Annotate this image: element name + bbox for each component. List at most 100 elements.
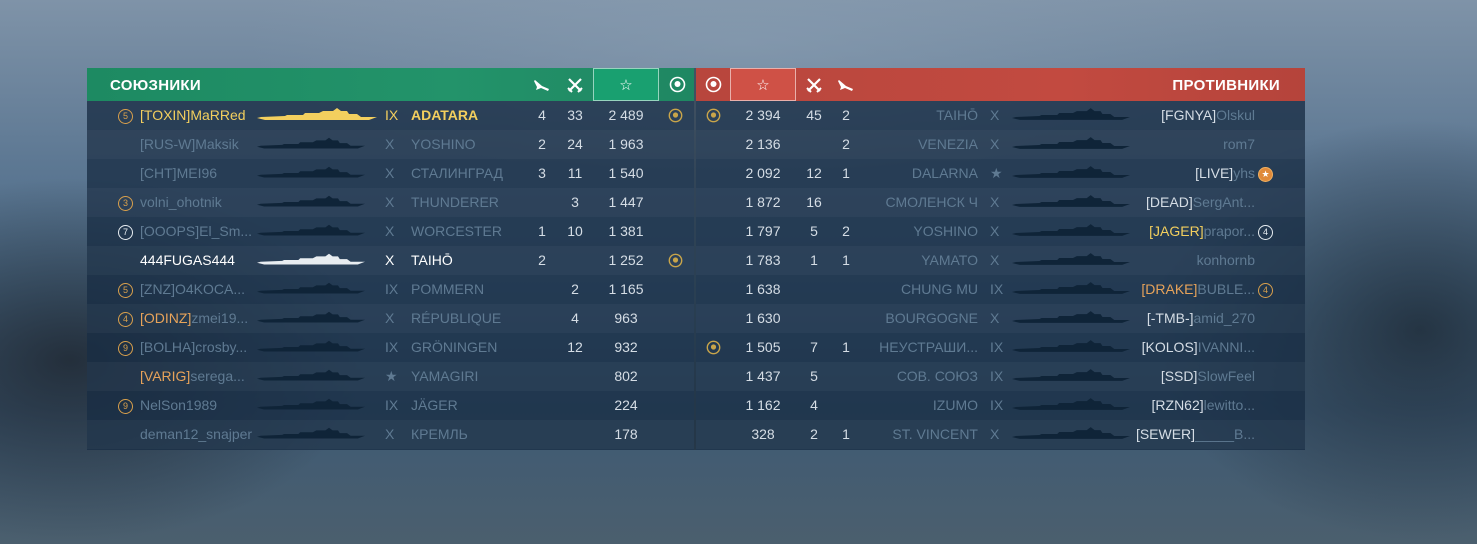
ally-row[interactable]: 5 [ZNZ]O4KOCA... IX POMMERN 2 1 165	[87, 275, 694, 304]
kills-value: 45	[806, 107, 822, 123]
ally-row[interactable]: 7 [OOOPS]El_Sm... X WORCESTER 1 10 1 381	[87, 217, 694, 246]
ally-row[interactable]: 9 [BOLHA]crosby... IX GRÖNINGEN 12 932	[87, 333, 694, 362]
ship-name: DALARNA	[911, 165, 978, 181]
ship-silhouette-icon	[1012, 282, 1130, 294]
kills-value: 7	[810, 339, 818, 355]
enemy-row[interactable]: 2 394 45 2 TAIHŌ X [FGNYA]Olskul	[696, 101, 1305, 130]
player-nickname: 444FUGAS444	[140, 252, 235, 268]
ally-row[interactable]: 5 [TOXIN]MaRRed IX ADATARA 4 33 2 489	[87, 101, 694, 130]
enemy-row[interactable]: 1 505 7 1 НЕУСТРАШИ... IX [KOLOS]IVANNI...	[696, 333, 1305, 362]
player-name[interactable]: [LIVE]yhs	[1195, 159, 1255, 188]
player-name[interactable]: [ODINZ]zmei19...	[140, 304, 248, 333]
player-name[interactable]: [KOLOS]IVANNI...	[1142, 333, 1255, 362]
ship-silhouette-icon	[1012, 166, 1130, 178]
enemy-row[interactable]: 1 872 16 СМОЛЕНСК Ч X [DEAD]SergAnt...	[696, 188, 1305, 217]
division-badge: 5	[118, 109, 133, 124]
kills-value: 12	[806, 165, 822, 181]
player-name[interactable]: konhornb	[1197, 246, 1255, 275]
enemy-row[interactable]: 2 092 12 1 DALARNA ★ [LIVE]yhs ★	[696, 159, 1305, 188]
player-name[interactable]: [VARIG]serega...	[140, 362, 245, 391]
planes-column-header[interactable]	[528, 68, 556, 101]
player-name[interactable]: [-TMB-]amid_270	[1147, 304, 1255, 333]
player-name[interactable]: [OOOPS]El_Sm...	[140, 217, 252, 246]
kills-value: 3	[571, 194, 579, 210]
enemy-row[interactable]: 1 162 4 IZUMO IX [RZN62]lewitto...	[696, 391, 1305, 420]
ship-silhouette-icon	[257, 108, 377, 120]
ally-row[interactable]: [VARIG]serega... ★ YAMAGIRI 802	[87, 362, 694, 391]
division-badge: 9	[118, 341, 133, 356]
player-name[interactable]: [BOLHA]crosby...	[140, 333, 247, 362]
clan-tag: [RZN62]	[1151, 397, 1204, 413]
player-name[interactable]: [TOXIN]MaRRed	[140, 101, 246, 130]
medal-column-header[interactable]	[700, 68, 726, 101]
ship-silhouette-icon	[257, 282, 365, 294]
clan-tag: [SEWER]	[1135, 426, 1196, 442]
player-name[interactable]: NelSon1989	[140, 391, 217, 420]
planes-column-header[interactable]	[832, 68, 860, 101]
score-value: 2 136	[745, 136, 781, 152]
ship-silhouette-icon	[1012, 398, 1130, 410]
kills-value: 2	[810, 426, 818, 442]
ship-name: BOURGOGNE	[885, 310, 978, 326]
ally-row[interactable]: [RUS-W]Maksik X YOSHINO 2 24 1 963	[87, 130, 694, 159]
player-nickname: lewitto...	[1203, 397, 1255, 413]
enemy-row[interactable]: 328 2 1 ST. VINCENT X [SEWER]_____B...	[696, 420, 1305, 449]
ally-row[interactable]: [CHT]MEI96 X СТАЛИНГРАД 3 11 1 540	[87, 159, 694, 188]
player-name[interactable]: [DRAKE]BUBLE...	[1141, 275, 1255, 304]
planes-value	[832, 391, 860, 420]
player-name[interactable]: [SSD]SlowFeel	[1161, 362, 1255, 391]
planes-value: 2	[538, 252, 546, 268]
kills-column-header[interactable]	[561, 68, 589, 101]
player-name[interactable]: [SEWER]_____B...	[1136, 420, 1255, 449]
division-badge: 9	[118, 399, 133, 414]
player-nickname: prapor...	[1203, 223, 1255, 239]
enemy-row[interactable]: 1 638 CHUNG MU IX [DRAKE]BUBLE... 4	[696, 275, 1305, 304]
score-column-header[interactable]: ☆	[730, 68, 796, 101]
enemy-row[interactable]: 1 437 5 СОВ. СОЮЗ IX [SSD]SlowFeel	[696, 362, 1305, 391]
ship-tier: IX	[990, 339, 1004, 355]
score-value: 1 381	[608, 223, 644, 239]
clan-tag: [JAGER]	[1149, 223, 1204, 239]
clan-tag: [TOXIN]	[140, 107, 191, 123]
enemy-row[interactable]: 1 630 BOURGOGNE X [-TMB-]amid_270	[696, 304, 1305, 333]
ally-row[interactable]: 9 NelSon1989 IX JÄGER 224	[87, 391, 694, 420]
score-value: 1 963	[608, 136, 644, 152]
player-name[interactable]: rom7	[1223, 130, 1255, 159]
clan-tag: [ODINZ]	[140, 310, 192, 326]
player-nickname: _____B...	[1195, 426, 1255, 442]
clan-tag: [RUS-W]	[140, 136, 196, 152]
player-name[interactable]: [FGNYA]Olskul	[1161, 101, 1255, 130]
kills-column-header[interactable]	[800, 68, 828, 101]
player-name[interactable]: [RUS-W]Maksik	[140, 130, 239, 159]
player-name[interactable]: volni_ohotnik	[140, 188, 222, 217]
score-column-header[interactable]: ☆	[593, 68, 659, 101]
ally-row[interactable]: 4 [ODINZ]zmei19... X RÉPUBLIQUE 4 963	[87, 304, 694, 333]
player-name[interactable]: [RZN62]lewitto...	[1152, 391, 1255, 420]
player-name[interactable]: 444FUGAS444	[140, 246, 235, 275]
enemy-row[interactable]: 2 136 2 VENEZIA Xrom7	[696, 130, 1305, 159]
player-name[interactable]: [JAGER]prapor...	[1149, 217, 1255, 246]
ally-row[interactable]: deman12_snajper X КРЕМЛЬ 178	[87, 420, 694, 449]
enemy-row[interactable]: 1 797 5 2 YOSHINO X [JAGER]prapor... 4	[696, 217, 1305, 246]
player-name[interactable]: [ZNZ]O4KOCA...	[140, 275, 245, 304]
kills-value: 1	[810, 252, 818, 268]
score-value: 932	[614, 339, 638, 355]
score-value: 963	[614, 310, 638, 326]
ally-row[interactable]: 3 volni_ohotnik X THUNDERER 3 1 447	[87, 188, 694, 217]
score-value: 1 252	[608, 252, 644, 268]
kills-value: 5	[810, 223, 818, 239]
ally-row[interactable]: 444FUGAS444 X TAIHŌ 2 1 252	[87, 246, 694, 275]
player-name[interactable]: [CHT]MEI96	[140, 159, 217, 188]
wreath-medal-icon	[705, 76, 721, 93]
clan-tag: [LIVE]	[1195, 165, 1234, 181]
player-name[interactable]: [DEAD]SergAnt...	[1146, 188, 1255, 217]
ship-silhouette-icon	[1012, 340, 1130, 352]
kills-value	[800, 275, 828, 304]
score-value: 2 489	[608, 107, 644, 123]
ship-silhouette-icon	[257, 224, 365, 236]
player-name[interactable]: deman12_snajper	[140, 420, 252, 449]
enemy-row[interactable]: 1 783 1 1 YAMATO Xkonhornb	[696, 246, 1305, 275]
medal-column-header[interactable]	[663, 68, 691, 101]
division-badge: 7	[118, 225, 133, 240]
kills-value	[561, 420, 589, 449]
